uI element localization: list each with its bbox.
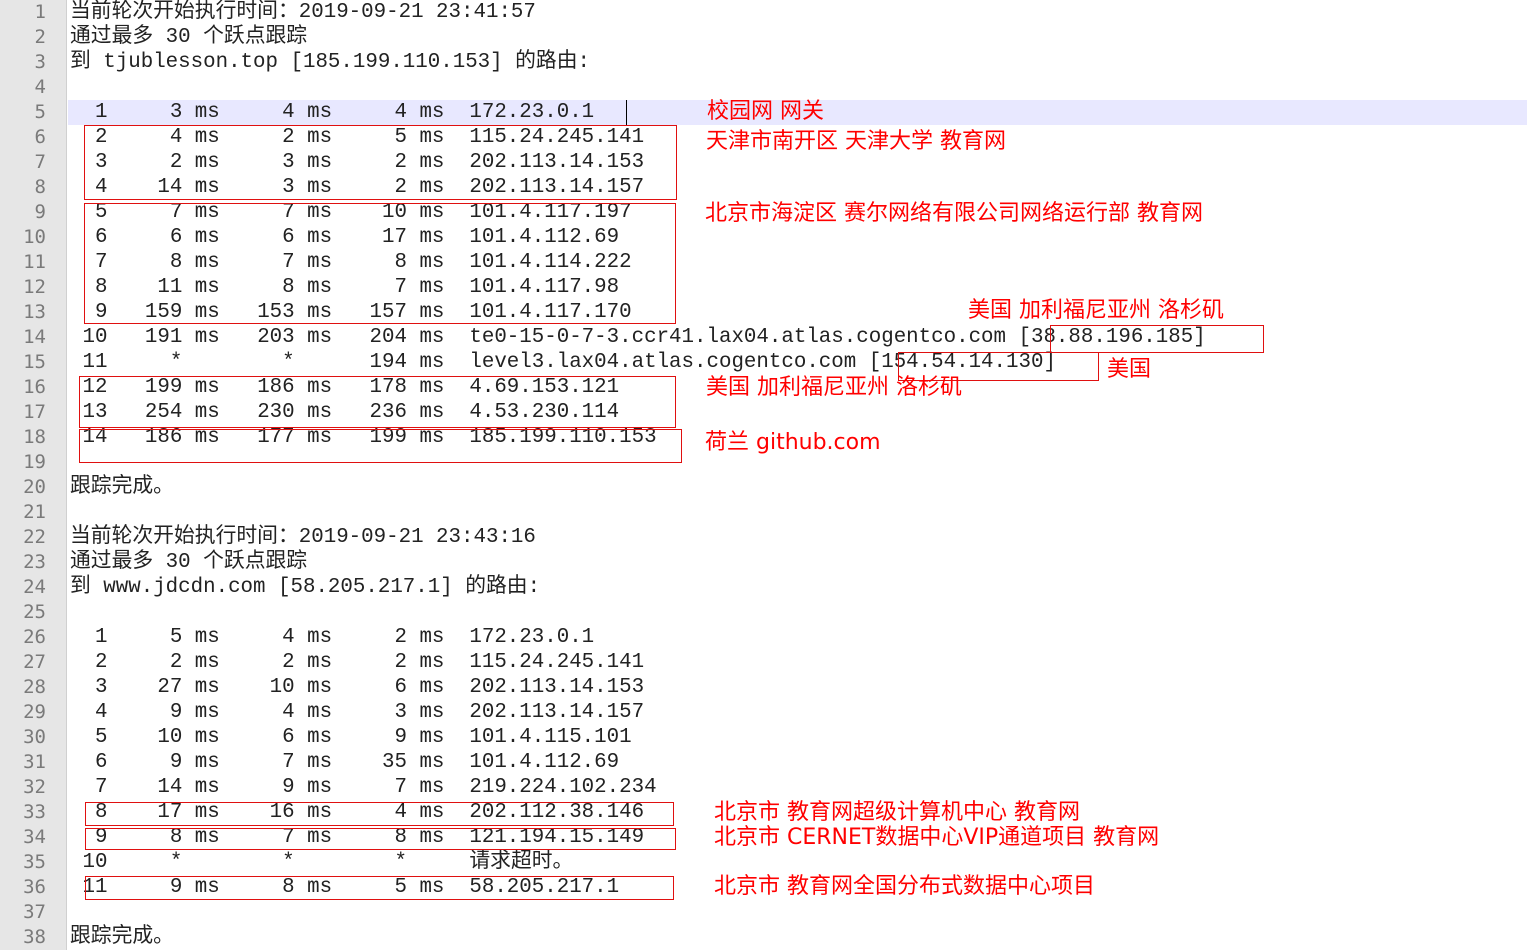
line-number: 16 [23, 376, 46, 398]
annotation-beijing-cernet: 北京市海淀区 赛尔网络有限公司网络运行部 教育网 [705, 201, 1203, 226]
annotation-tianjin: 天津市南开区 天津大学 教育网 [706, 129, 1006, 154]
line-number: 9 [34, 201, 46, 223]
text-line: 3 27 ms 10 ms 6 ms 202.113.14.153 [70, 676, 645, 699]
line-number: 38 [23, 926, 46, 948]
text-line: 当前轮次开始执行时间：2019-09-21 23:43:16 [70, 526, 536, 549]
text-line: 到 www.jdcdn.com [58.205.217.1] 的路由: [70, 576, 541, 599]
text-line: 通过最多 30 个跃点跟踪 [70, 26, 308, 49]
line-number: 36 [23, 876, 46, 898]
line-number: 11 [23, 251, 46, 273]
text-line: 跟踪完成。 [70, 476, 174, 499]
text-line: 4 9 ms 4 ms 3 ms 202.113.14.157 [70, 701, 645, 724]
annotation-us-la-1: 美国 加利福尼亚州 洛杉矶 [968, 298, 1224, 323]
text-line: 6 9 ms 7 ms 35 ms 101.4.112.69 [70, 751, 620, 774]
annotation-beijing-supercomputer: 北京市 教育网超级计算机中心 教育网 [714, 800, 1080, 825]
line-number: 26 [23, 626, 46, 648]
line-number: 34 [23, 826, 46, 848]
text-line: 7 14 ms 9 ms 7 ms 219.224.102.234 [70, 776, 657, 799]
text-line: 10 191 ms 203 ms 204 ms te0-15-0-7-3.ccr… [70, 326, 1206, 349]
line-number: 30 [23, 726, 46, 748]
line-number: 23 [23, 551, 46, 573]
line-number: 10 [23, 226, 46, 248]
text-line: 10 * * * 请求超时。 [70, 851, 574, 874]
line-number: 17 [23, 401, 46, 423]
line-number: 20 [23, 476, 46, 498]
annotation-campus-gateway: 校园网 网关 [707, 99, 824, 124]
text-line: 跟踪完成。 [70, 926, 174, 949]
line-number: 15 [23, 351, 46, 373]
box-hop-11-jdcdn [85, 876, 674, 900]
line-number: 25 [23, 601, 46, 623]
line-number: 21 [23, 501, 46, 523]
text-line: 通过最多 30 个跃点跟踪 [70, 551, 308, 574]
line-number-gutter: 1 2 3 4 5 6 7 8 9 10 11 12 13 14 15 16 17 18 19 20 21 22 23 24 2… [0, 0, 67, 950]
text-line: 5 10 ms 6 ms 9 ms 101.4.115.101 [70, 726, 632, 749]
line-number: 32 [23, 776, 46, 798]
line-number: 14 [23, 326, 46, 348]
annotation-beijing-vip: 北京市 CERNET数据中心VIP通道项目 教育网 [714, 825, 1160, 850]
line-number: 2 [34, 26, 46, 48]
line-number: 28 [23, 676, 46, 698]
line-number: 29 [23, 701, 46, 723]
line-number: 6 [34, 126, 46, 148]
text-line: 1 5 ms 4 ms 2 ms 172.23.0.1 [70, 626, 595, 649]
line-number: 7 [34, 151, 46, 173]
box-hops-12-13 [79, 376, 676, 428]
line-number: 22 [23, 526, 46, 548]
line-number: 35 [23, 851, 46, 873]
line-number: 31 [23, 751, 46, 773]
line-number: 37 [23, 901, 46, 923]
text-line: 2 2 ms 2 ms 2 ms 115.24.245.141 [70, 651, 645, 674]
box-hops-5-9 [84, 203, 676, 324]
line-number: 4 [34, 76, 46, 98]
line-number: 1 [34, 1, 46, 23]
annotation-us: 美国 [1107, 357, 1152, 382]
box-hop-14 [79, 429, 682, 463]
box-hop-9-jdcdn [85, 828, 676, 850]
annotation-beijing-distributed: 北京市 教育网全国分布式数据中心项目 [714, 874, 1095, 899]
annotation-us-la-2: 美国 加利福尼亚州 洛杉矶 [706, 375, 962, 400]
line-number: 13 [23, 301, 46, 323]
line-number: 24 [23, 576, 46, 598]
box-hop-8-jdcdn [85, 802, 674, 826]
line-number: 33 [23, 801, 46, 823]
line-number: 8 [34, 176, 46, 198]
text-cursor [626, 100, 627, 125]
box-ip-38-88 [1050, 325, 1264, 353]
annotation-netherlands-github: 荷兰 github.com [705, 430, 881, 455]
text-line: 当前轮次开始执行时间：2019-09-21 23:41:57 [70, 1, 536, 24]
box-hops-2-4 [84, 125, 677, 200]
line-number: 27 [23, 651, 46, 673]
line-number: 19 [23, 451, 46, 473]
line-number: 5 [34, 101, 46, 123]
line-number: 3 [34, 51, 46, 73]
line-number: 18 [23, 426, 46, 448]
text-line: 1 3 ms 4 ms 4 ms 172.23.0.1 [70, 101, 595, 124]
text-line: 到 tjublesson.top [185.199.110.153] 的路由: [70, 51, 590, 74]
line-number: 12 [23, 276, 46, 298]
